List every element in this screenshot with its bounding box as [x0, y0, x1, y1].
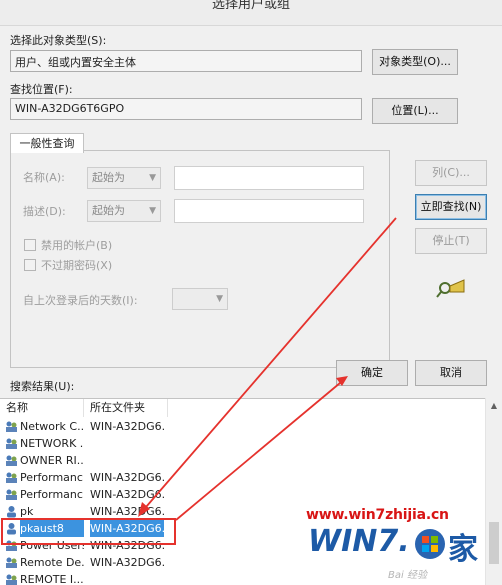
- group-icon: [6, 557, 17, 568]
- non-expiring-password-label: 不过期密码(X): [41, 259, 113, 272]
- row-name: Remote De...: [20, 556, 84, 569]
- row-folder: WIN-A32DG6...: [90, 520, 164, 537]
- description-input[interactable]: [174, 199, 364, 223]
- description-label: 描述(D):: [23, 205, 66, 218]
- logo-suffix: 家: [448, 532, 478, 567]
- description-mode-value: 起始为: [92, 204, 125, 217]
- row-name: Performanc...: [20, 488, 84, 501]
- watermark-logo: WIN7. 家: [302, 522, 488, 568]
- table-row[interactable]: Performanc... WIN-A32DG6...: [0, 486, 484, 503]
- table-row[interactable]: Performanc... WIN-A32DG6...: [0, 469, 484, 486]
- logo-text: WIN7.: [308, 524, 410, 559]
- group-icon: [6, 574, 17, 585]
- disabled-accounts-label: 禁用的帐户(B): [41, 239, 113, 252]
- row-name: Performanc...: [20, 471, 84, 484]
- table-row[interactable]: OWNER RI...: [0, 452, 484, 469]
- non-expiring-password-checkbox[interactable]: [24, 259, 36, 271]
- group-icon: [6, 455, 17, 466]
- chevron-down-icon: ▼: [149, 173, 156, 183]
- object-type-field: 用户、组或内置安全主体: [10, 50, 362, 72]
- days-since-logon-select[interactable]: ▼: [172, 288, 228, 310]
- row-folder: WIN-A32DG6...: [90, 471, 164, 484]
- name-label: 名称(A):: [23, 171, 65, 184]
- columns-button[interactable]: 列(C)...: [415, 160, 487, 186]
- name-input[interactable]: [174, 166, 364, 190]
- description-mode-select[interactable]: 起始为 ▼: [87, 200, 161, 222]
- scroll-up-arrow-icon[interactable]: ▲: [486, 398, 502, 414]
- row-name: pk: [20, 505, 34, 518]
- row-name: pkaust8: [20, 520, 84, 537]
- group-icon: [6, 438, 17, 449]
- group-icon: [6, 472, 17, 483]
- watermark-url: www.win7zhijia.cn: [306, 507, 449, 523]
- row-folder: WIN-A32DG6...: [90, 556, 164, 569]
- row-folder: WIN-A32DG6...: [90, 505, 164, 518]
- group-icon: [6, 421, 17, 432]
- windows-logo-icon: [415, 529, 445, 559]
- window-title: 选择用户或组: [211, 0, 290, 12]
- group-icon: [6, 540, 17, 551]
- location-label: 查找位置(F):: [10, 83, 73, 96]
- row-name: Power Users: [20, 539, 84, 552]
- row-folder: WIN-A32DG6...: [90, 539, 164, 552]
- row-name: OWNER RI...: [20, 454, 84, 467]
- general-query-panel: 名称(A): 起始为 ▼ 描述(D): 起始为 ▼ 禁用的帐户(B) 不过期密码…: [10, 150, 390, 368]
- column-header-name[interactable]: 名称: [0, 399, 84, 417]
- search-person-icon: [436, 279, 465, 298]
- find-now-button[interactable]: 立即查找(N): [415, 194, 487, 220]
- user-icon: [7, 506, 16, 518]
- column-header-folder[interactable]: 所在文件夹: [84, 399, 168, 417]
- row-name: Network C...: [20, 420, 84, 433]
- table-row[interactable]: Network C... WIN-A32DG6...: [0, 418, 484, 435]
- group-icon: [6, 489, 17, 500]
- row-folder: WIN-A32DG6...: [90, 488, 164, 501]
- name-mode-select[interactable]: 起始为 ▼: [87, 167, 161, 189]
- object-types-button[interactable]: 对象类型(O)...: [372, 49, 458, 75]
- location-field: WIN-A32DG6T6GPO: [10, 98, 362, 120]
- tab-general-query[interactable]: 一般性查询: [10, 133, 84, 153]
- scrollbar-thumb[interactable]: [489, 522, 499, 564]
- chevron-down-icon: ▼: [149, 206, 156, 216]
- row-name: NETWORK ...: [20, 437, 84, 450]
- search-results-label: 搜索结果(U):: [10, 380, 75, 393]
- days-since-logon-label: 自上次登录后的天数(I):: [23, 294, 138, 307]
- cancel-button[interactable]: 取消: [415, 360, 487, 386]
- table-row[interactable]: NETWORK ...: [0, 435, 484, 452]
- chevron-down-icon: ▼: [216, 294, 223, 304]
- disabled-accounts-checkbox[interactable]: [24, 239, 36, 251]
- stop-button[interactable]: 停止(T): [415, 228, 487, 254]
- locations-button[interactable]: 位置(L)...: [372, 98, 458, 124]
- window-title-bar: 选择用户或组: [0, 0, 502, 26]
- row-name: REMOTE I...: [20, 573, 84, 585]
- ok-button[interactable]: 确定: [336, 360, 408, 386]
- user-icon: [7, 523, 16, 535]
- object-type-label: 选择此对象类型(S):: [10, 34, 107, 47]
- name-mode-value: 起始为: [92, 171, 125, 184]
- dialog-client-area: 选择此对象类型(S): 用户、组或内置安全主体 对象类型(O)... 查找位置(…: [0, 26, 502, 585]
- row-folder: WIN-A32DG6...: [90, 420, 164, 433]
- baidu-watermark: Bai 经验: [388, 570, 427, 581]
